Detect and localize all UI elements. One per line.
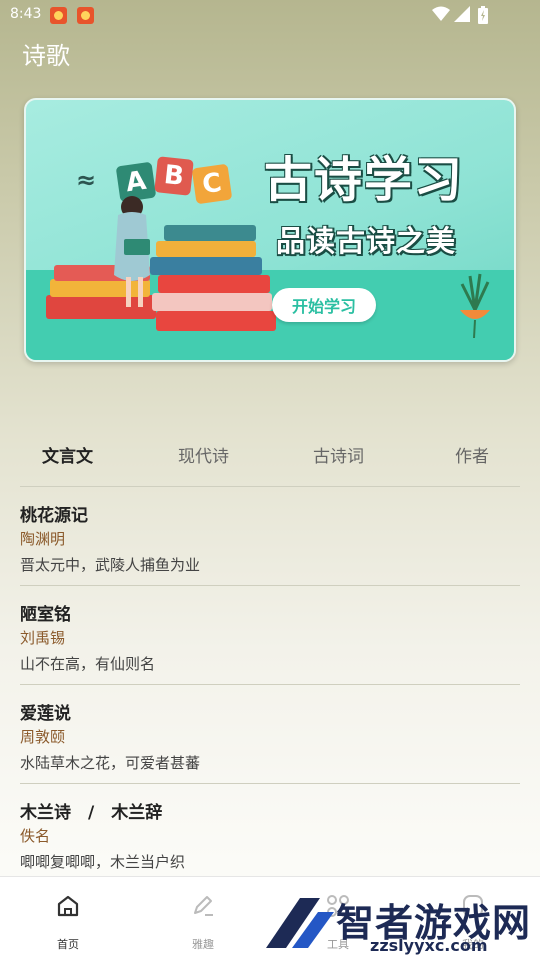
poem-first-line: 水陆草木之花，可爱者甚蕃 (20, 754, 201, 772)
poem-title: 木兰诗 / 木兰辞 (20, 803, 163, 823)
nav-elegance[interactable]: 雅趣 (153, 877, 253, 961)
divider (20, 783, 520, 784)
battery-icon (478, 6, 488, 24)
tab-modern-poetry[interactable]: 现代诗 (178, 442, 229, 467)
nav-label: 首页 (57, 938, 79, 951)
girl-reading-books-illustration (46, 196, 276, 331)
pencil-icon (194, 896, 213, 916)
plant-icon (460, 273, 490, 339)
nav-label: 雅趣 (192, 938, 214, 951)
poem-first-line: 唧唧复唧唧，木兰当户织 (20, 853, 186, 871)
signal-icon (454, 6, 470, 22)
watermark-url: zzslyyxc.com (370, 936, 488, 955)
banner-title: 古诗学习 (264, 152, 465, 208)
start-learning-button[interactable]: 开始学习 (272, 288, 376, 322)
poem-title: 桃花源记 (20, 506, 88, 526)
divider (20, 486, 520, 487)
home-icon (57, 895, 79, 917)
letter-block: B (154, 156, 194, 196)
tab-classical-poetry[interactable]: 古诗词 (313, 442, 364, 467)
divider (20, 684, 520, 685)
notification-app-icon (77, 7, 94, 24)
wave-decoration: ≈ (76, 166, 97, 194)
promo-banner[interactable]: ≈ A B C 古诗学习 品读古诗之美 开始学习 (24, 98, 516, 362)
poem-title: 爱莲说 (20, 704, 71, 724)
watermark-logo (266, 898, 334, 948)
poem-author: 陶渊明 (20, 530, 66, 548)
poem-title: 陋室铭 (20, 605, 71, 625)
status-icons (428, 6, 508, 24)
nav-home[interactable]: 首页 (18, 877, 118, 961)
tab-authors[interactable]: 作者 (455, 442, 489, 467)
status-time: 8:43 (10, 6, 42, 22)
poem-author: 刘禹锡 (20, 629, 66, 647)
notification-app-icon (50, 7, 67, 24)
page-title: 诗歌 (22, 42, 70, 70)
divider (20, 585, 520, 586)
category-tabs: 文言文 现代诗 古诗词 作者 (0, 430, 540, 478)
site-watermark: 智者游戏网 zzslyyxc.com (262, 892, 540, 960)
tab-classical-prose[interactable]: 文言文 (42, 442, 93, 467)
poem-author: 周敦颐 (20, 728, 66, 746)
banner-subtitle: 品读古诗之美 (276, 224, 457, 258)
status-bar: 8:43 (0, 0, 540, 30)
poem-first-line: 晋太元中，武陵人捕鱼为业 (20, 556, 201, 574)
poem-author: 佚名 (20, 827, 51, 845)
poem-first-line: 山不在高，有仙则名 (20, 655, 156, 673)
wifi-icon (432, 6, 450, 21)
